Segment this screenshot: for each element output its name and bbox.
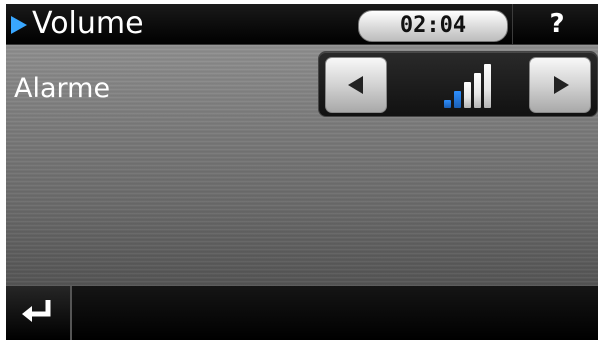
right-triangle-icon (554, 76, 569, 94)
volume-level-bar (463, 82, 471, 108)
page-title: Volume (32, 6, 144, 41)
volume-level-indicator (427, 60, 507, 108)
bottom-bar (6, 286, 598, 340)
bottom-bar-fill (72, 286, 598, 340)
screen: Volume 02:04 ? Alarme (6, 4, 598, 340)
title-bar: Volume 02:04 ? (6, 4, 598, 45)
volume-increase-button[interactable] (529, 57, 591, 113)
divider (512, 4, 513, 44)
settings-panel: Alarme (6, 45, 598, 286)
volume-decrease-button[interactable] (325, 57, 387, 113)
volume-level-bar (453, 91, 461, 108)
left-triangle-icon (348, 76, 363, 94)
title-arrow-icon (11, 16, 27, 34)
alarm-volume-control (318, 51, 598, 117)
help-button[interactable]: ? (516, 4, 598, 44)
volume-level-bar (473, 73, 481, 108)
clock-display: 02:04 (358, 10, 508, 42)
volume-level-bar (443, 100, 451, 108)
volume-level-bar (483, 64, 491, 108)
back-button[interactable] (6, 286, 72, 340)
return-arrow-icon (22, 300, 51, 322)
alarm-label: Alarme (14, 73, 111, 104)
